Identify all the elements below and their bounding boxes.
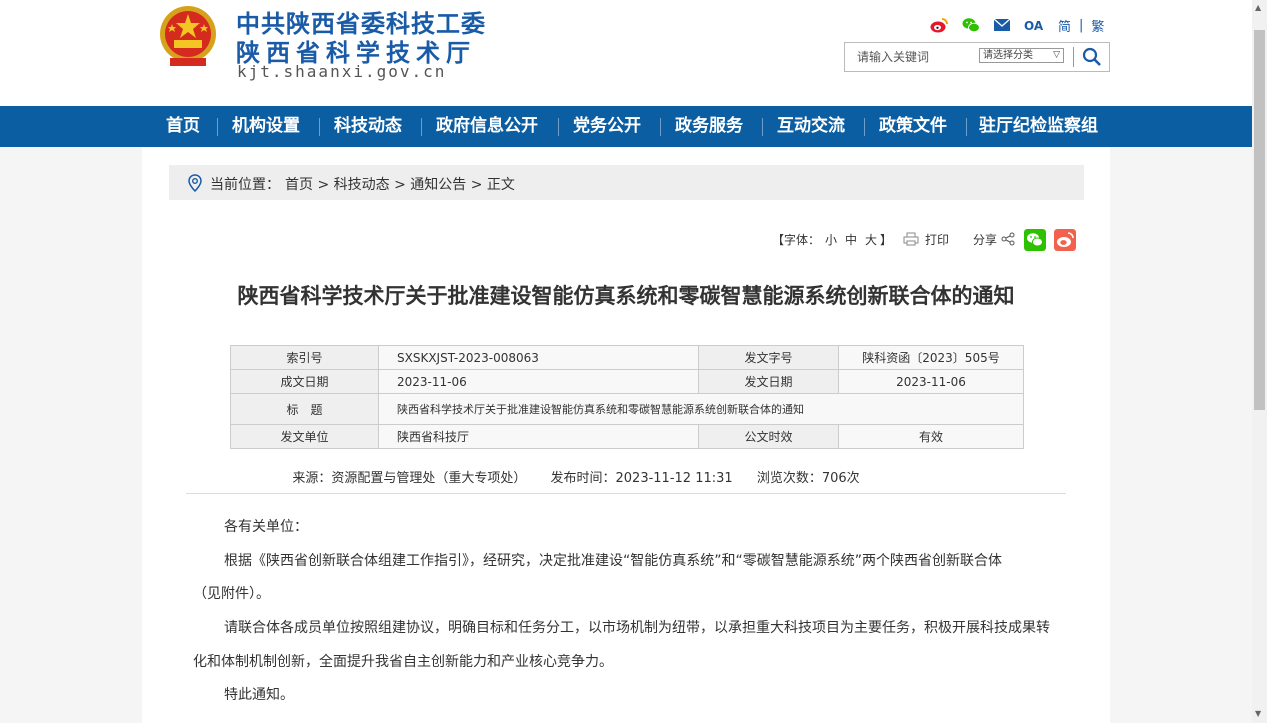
scrollbar-thumb[interactable] <box>1254 30 1265 410</box>
page-scrollbar[interactable]: ▲ ▼ <box>1252 0 1267 723</box>
meta-unit-label: 发文单位 <box>230 424 379 449</box>
divider-line <box>186 493 1066 494</box>
nav-item-interaction[interactable]: 互动交流 <box>777 106 845 147</box>
nav-divider <box>864 118 865 136</box>
article-view-count: 浏览次数：706次 <box>756 471 860 486</box>
document-meta-table: 索引号 SXSKXJST-2023-008063 发文字号 陕科资函〔2023〕… <box>230 345 1024 449</box>
scroll-up-icon[interactable]: ▲ <box>1255 3 1261 12</box>
wechat-icon[interactable] <box>962 17 980 33</box>
top-links: OA 简 | 繁 <box>930 15 1104 35</box>
breadcrumb-label: 当前位置： <box>210 177 280 193</box>
article-publish-time: 发布时间：2023-11-12 11:31 <box>550 471 733 486</box>
meta-created-value: 2023-11-06 <box>378 369 699 394</box>
font-medium-button[interactable]: 中 <box>845 231 857 248</box>
meta-validity-label: 公文时效 <box>698 424 839 449</box>
article-paragraph-2-line-2: 化和体制机制创新，全面提升我省自主创新能力和产业核心竞争力。 <box>193 654 613 670</box>
font-size-close: 】 <box>880 233 893 247</box>
nav-item-gov-services[interactable]: 政务服务 <box>675 106 743 147</box>
meta-subject-value: 陕西省科学技术厅关于批准建设智能仿真系统和零碳智慧能源系统创新联合体的通知 <box>378 393 1024 425</box>
search-box: 请选择分类 ▽ <box>844 42 1110 72</box>
article-salutation: 各有关单位： <box>224 519 308 535</box>
nav-item-organization[interactable]: 机构设置 <box>232 106 300 147</box>
print-button[interactable]: 打印 <box>925 231 949 248</box>
nav-item-policy[interactable]: 政策文件 <box>879 106 947 147</box>
share-weibo-icon[interactable] <box>1054 229 1076 251</box>
nav-item-gov-info[interactable]: 政府信息公开 <box>436 106 538 147</box>
article-closing: 特此通知。 <box>224 687 294 703</box>
category-select-value: 请选择分类 <box>983 50 1033 61</box>
nav-item-tech-news[interactable]: 科技动态 <box>334 106 402 147</box>
location-pin-icon <box>188 174 202 192</box>
printer-icon[interactable] <box>903 232 919 246</box>
meta-unit-value: 陕西省科技厅 <box>378 424 699 449</box>
lang-simplified-link[interactable]: 简 <box>1058 16 1071 35</box>
search-input[interactable] <box>857 48 967 66</box>
lang-traditional-link[interactable]: 繁 <box>1091 16 1104 35</box>
search-divider <box>1073 47 1074 67</box>
lang-separator: | <box>1079 17 1084 33</box>
meta-validity-value: 有效 <box>838 424 1024 449</box>
article-title: 陕西省科学技术厅关于批准建设智能仿真系统和零碳智慧能源系统创新联合体的通知 <box>237 284 1015 308</box>
nav-divider <box>319 118 320 136</box>
oa-icon[interactable]: OA <box>1024 18 1044 32</box>
mail-icon[interactable] <box>994 19 1010 31</box>
site-header: 中共陕西省委科技工委 陕西省科学技术厅 kjt.shaanxi.gov.cn O… <box>0 0 1252 106</box>
article-source: 来源：资源配置与管理处（重大专项处） <box>292 471 527 486</box>
meta-issued-label: 发文日期 <box>698 369 839 394</box>
main-nav: 首页 机构设置 科技动态 政府信息公开 党务公开 政务服务 互动交流 政策文件 … <box>0 106 1252 147</box>
article-paragraph-1-line-1: 根据《陕西省创新联合体组建工作指引》，经研究，决定批准建设“智能仿真系统”和“零… <box>224 553 1003 569</box>
nav-item-party-affairs[interactable]: 党务公开 <box>573 106 641 147</box>
scroll-down-icon[interactable]: ▼ <box>1255 709 1261 718</box>
nav-divider <box>660 118 661 136</box>
breadcrumb: 当前位置： 首页 > 科技动态 > 通知公告 > 正文 <box>169 165 1084 200</box>
share-label: 分享 <box>973 233 998 247</box>
weibo-icon[interactable] <box>930 17 948 33</box>
article-paragraph-1-line-2: （见附件）。 <box>193 586 270 602</box>
article-paragraph-2-line-1: 请联合体各成员单位按照组建协议，明确目标和任务分工，以市场机制为纽带，以承担重大… <box>224 620 1050 636</box>
meta-created-label: 成文日期 <box>230 369 379 394</box>
nav-divider <box>762 118 763 136</box>
site-domain: kjt.shaanxi.gov.cn <box>237 62 447 81</box>
meta-index-label: 索引号 <box>230 345 379 370</box>
nav-divider <box>217 118 218 136</box>
font-small-button[interactable]: 小 <box>825 231 837 248</box>
category-select[interactable]: 请选择分类 ▽ <box>979 48 1064 63</box>
nav-item-home[interactable]: 首页 <box>166 106 200 147</box>
nav-divider <box>558 118 559 136</box>
meta-index-value: SXSKXJST-2023-008063 <box>378 345 699 370</box>
chevron-down-icon: ▽ <box>1053 50 1060 60</box>
font-size-label: 【字体： <box>772 233 821 247</box>
share-icon <box>1001 232 1015 246</box>
nav-divider <box>421 118 422 136</box>
svg-text:OA: OA <box>1024 19 1044 32</box>
breadcrumb-path[interactable]: 首页 > 科技动态 > 通知公告 > 正文 <box>285 174 515 194</box>
nav-divider <box>966 118 967 136</box>
national-emblem-icon <box>160 6 216 66</box>
share-wechat-icon[interactable] <box>1024 229 1046 251</box>
meta-doc-no-value: 陕科资函〔2023〕505号 <box>838 345 1024 370</box>
article-info-bar: 来源：资源配置与管理处（重大专项处） 发布时间：2023-11-12 11:31… <box>142 467 1010 486</box>
meta-issued-value: 2023-11-06 <box>838 369 1024 394</box>
meta-doc-no-label: 发文字号 <box>698 345 839 370</box>
search-icon[interactable] <box>1081 47 1103 67</box>
nav-item-discipline[interactable]: 驻厅纪检监察组 <box>979 106 1098 147</box>
meta-subject-label: 标 题 <box>230 393 379 425</box>
font-large-button[interactable]: 大 <box>865 231 877 248</box>
